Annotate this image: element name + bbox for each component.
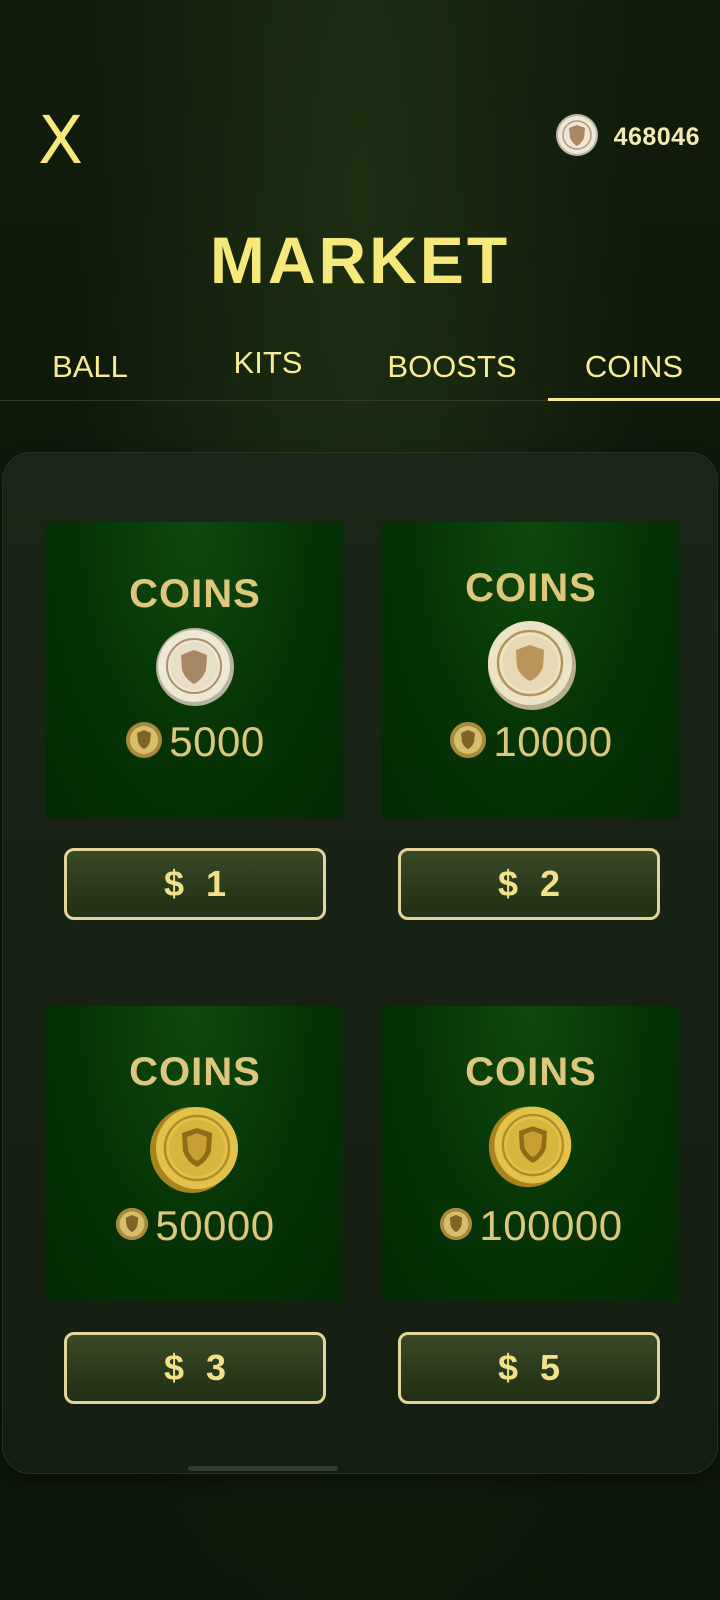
buy-button[interactable]: $ 3 (64, 1332, 326, 1404)
silver-coin-icon (484, 618, 578, 717)
small-coin-icon (439, 1207, 473, 1246)
coin-pack-card[interactable]: COINS 5000 (46, 522, 344, 818)
tab-boosts[interactable]: BOOSTS (364, 336, 540, 398)
small-coin-icon (115, 1207, 149, 1246)
coin-balance: 468046 (554, 112, 700, 163)
pack-title: COINS (465, 1050, 597, 1094)
pack-amount: 10000 (382, 718, 680, 766)
pack-title: COINS (129, 1050, 261, 1094)
tab-ball[interactable]: BALL (2, 336, 178, 398)
coin-pack-card[interactable]: COINS 100000 (382, 1006, 680, 1302)
amount-text: 50000 (155, 1202, 275, 1249)
pack-title: COINS (465, 566, 597, 610)
pack-amount: 100000 (382, 1202, 680, 1250)
gold-coin-icon (148, 1102, 242, 1201)
coin-pack-card[interactable]: COINS 50000 (46, 1006, 344, 1302)
small-coin-icon (125, 721, 163, 764)
amount-text: 10000 (493, 718, 613, 765)
price-symbol: $ (497, 863, 518, 904)
panel-bottom-handle (188, 1466, 338, 1471)
price-symbol: $ (163, 863, 184, 904)
close-button[interactable]: X (38, 108, 83, 174)
amount-text: 100000 (479, 1202, 623, 1249)
page-title: MARKET (209, 223, 511, 297)
price-symbol: $ (163, 1347, 184, 1388)
small-coin-icon (449, 721, 487, 764)
amount-text: 5000 (169, 718, 265, 765)
tab-coins[interactable]: COINS (548, 336, 720, 401)
balance-amount: 468046 (613, 123, 700, 151)
buy-button[interactable]: $ 1 (64, 848, 326, 920)
pack-amount: 50000 (46, 1202, 344, 1250)
pack-title: COINS (129, 572, 261, 616)
silver-coin-icon (154, 626, 236, 713)
price-value: 5 (540, 1347, 561, 1388)
price-value: 2 (540, 863, 561, 904)
buy-button[interactable]: $ 5 (398, 1332, 660, 1404)
price-value: 3 (206, 1347, 227, 1388)
coin-icon (554, 112, 600, 163)
buy-button[interactable]: $ 2 (398, 848, 660, 920)
coin-pack-card[interactable]: COINS 10000 (382, 522, 680, 818)
tab-bar: BALL KITS BOOSTS COINS (0, 336, 720, 401)
pack-amount: 5000 (46, 718, 344, 766)
price-value: 1 (206, 863, 227, 904)
gold-coin-icon (487, 1102, 575, 1195)
tab-kits[interactable]: KITS (180, 332, 356, 394)
price-symbol: $ (497, 1347, 518, 1388)
